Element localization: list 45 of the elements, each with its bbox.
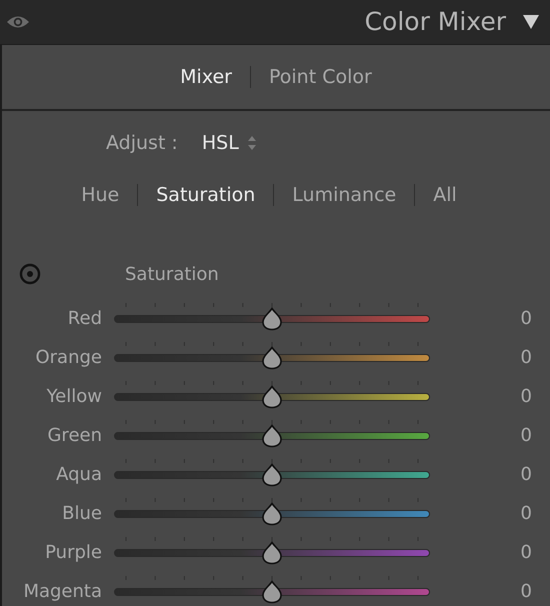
slider-label: Yellow xyxy=(46,385,103,409)
property-tab[interactable]: All xyxy=(423,180,467,210)
slider-value: 0 xyxy=(520,541,533,565)
panel-title: Color Mixer xyxy=(364,6,506,38)
slider-thumb[interactable] xyxy=(261,580,283,604)
slider-thumb[interactable] xyxy=(261,346,283,370)
stepper-arrows-icon xyxy=(246,135,257,151)
eye-icon[interactable] xyxy=(6,14,30,30)
slider-thumb[interactable] xyxy=(261,306,283,330)
slider-track[interactable] xyxy=(114,536,430,564)
slider-value: 0 xyxy=(520,424,533,448)
slider-label: Orange xyxy=(34,346,103,370)
slider-track[interactable] xyxy=(114,342,430,370)
slider-track[interactable] xyxy=(114,498,430,526)
mode-tab[interactable]: Mixer xyxy=(170,62,242,92)
slider-track[interactable] xyxy=(114,458,430,486)
slider-thumb[interactable] xyxy=(261,384,283,408)
slider-value: 0 xyxy=(520,385,533,409)
property-tab[interactable]: Saturation xyxy=(146,180,266,210)
slider-thumb[interactable] xyxy=(261,502,283,526)
slider-thumb[interactable] xyxy=(261,540,283,564)
mode-tab[interactable]: Point Color xyxy=(259,62,382,92)
property-tab[interactable]: Luminance xyxy=(282,180,406,210)
slider-track[interactable] xyxy=(114,302,430,330)
slider-value: 0 xyxy=(520,580,533,604)
slider-track[interactable] xyxy=(114,420,430,448)
adjust-label: Adjust : xyxy=(106,130,178,156)
slider-value: 0 xyxy=(520,502,533,526)
slider-label: Magenta xyxy=(22,580,103,604)
slider-label: Red xyxy=(66,307,103,331)
collapse-triangle-icon[interactable] xyxy=(522,13,540,31)
slider-thumb[interactable] xyxy=(261,462,283,486)
slider-track[interactable] xyxy=(114,576,430,604)
slider-value: 0 xyxy=(520,307,533,331)
slider-value: 0 xyxy=(520,463,533,487)
slider-value: 0 xyxy=(520,346,533,370)
slider-label: Aqua xyxy=(55,463,103,487)
slider-thumb[interactable] xyxy=(261,424,283,448)
adjust-dropdown[interactable]: HSL xyxy=(202,128,257,158)
property-tab[interactable]: Hue xyxy=(71,180,130,210)
slider-label: Blue xyxy=(61,502,103,526)
section-title: Saturation xyxy=(125,262,219,286)
slider-label: Purple xyxy=(44,541,103,565)
slider-track[interactable] xyxy=(114,380,430,408)
slider-label: Green xyxy=(46,424,103,448)
